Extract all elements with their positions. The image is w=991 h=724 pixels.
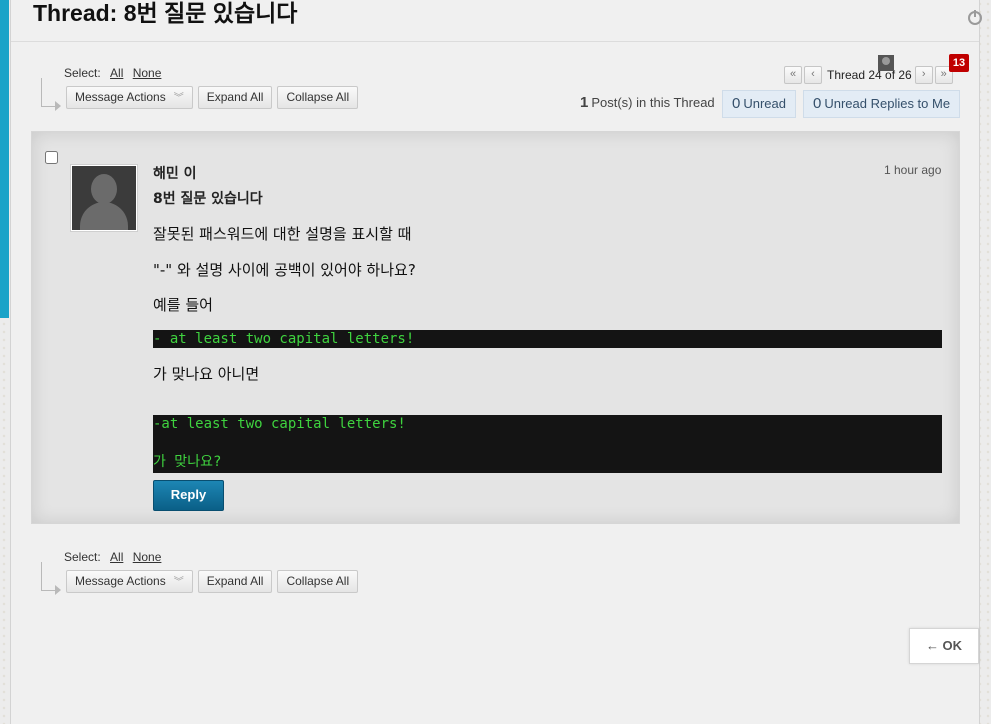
thread-panel: Thread: 8번 질문 있습니다 Select: All None Mess… [10,0,982,724]
author-avatar [70,164,138,232]
select-row: Select: All None [64,550,161,564]
select-none-link[interactable]: None [133,66,162,80]
action-buttons: Message Actions ︾ Expand All Collapse All [66,86,363,109]
action-buttons: Message Actions ︾ Expand All Collapse All [66,570,363,593]
posts-count-number: 1 [580,94,589,111]
code-block-1: - at least two capital letters! [153,330,942,348]
expand-all-button[interactable]: Expand All [197,570,273,593]
thread-pager: «‹ Thread 24 of 26 ›» [784,66,955,84]
select-all-link[interactable]: All [110,66,123,80]
message-author[interactable]: 해민 이 [153,163,197,183]
posts-count-label: Post(s) in this Thread [591,95,715,110]
reply-button[interactable]: Reply [153,480,224,511]
previous-thread-icon[interactable]: ‹ [804,66,822,84]
select-label: Select: [64,66,101,80]
left-accent-bar [0,0,9,318]
code-block-2-line: -at least two capital letters! [153,416,406,432]
unread-replies-filter-button[interactable]: 0 Unread Replies to Me [803,90,961,118]
select-row: Select: All None [64,66,161,80]
default-user-icon [72,166,136,230]
unread-label: Unread [743,96,786,111]
collapse-all-button[interactable]: Collapse All [277,86,359,109]
posts-count: 1 Post(s) in this Thread [580,94,715,111]
message-body-line: 잘못된 패스워드에 대한 설명을 표시할 때 [153,225,412,243]
user-avatar-icon[interactable] [878,55,894,71]
message-actions-button[interactable]: Message Actions ︾ [66,86,193,109]
select-label: Select: [64,550,101,564]
avatar-body-shape [80,202,128,230]
next-thread-icon[interactable]: › [914,66,933,84]
message-actions-label: Message Actions [75,90,166,104]
page-title: Thread: 8번 질문 있습니다 [33,0,298,26]
thread-position: Thread 24 of 26 [827,68,912,82]
bracket-arrowhead [55,101,61,111]
bracket-arrowhead [55,585,61,595]
select-all-link[interactable]: All [110,550,123,564]
unread-filter-button[interactable]: 0 Unread [722,90,796,118]
chevron-down-icon: ︾ [173,93,184,104]
message-body-line: 가 맞나요 아니면 [153,365,260,383]
expand-all-button[interactable]: Expand All [197,86,273,109]
code-block-2-line: 가 맞나요? [153,454,222,470]
chevron-down-icon: ︾ [173,577,184,588]
first-thread-icon[interactable]: « [784,66,802,84]
unread-count: 0 [732,95,741,112]
unread-replies-count: 0 [813,95,822,112]
avatar-head-shape [91,174,117,204]
code-block-2: -at least two capital letters! 가 맞나요? [153,415,942,473]
message-actions-button[interactable]: Message Actions ︾ [66,570,193,593]
message-post: 해민 이 1 hour ago 8번 질문 있습니다 잘못된 패스워드에 대한 … [31,131,960,524]
message-actions-label: Message Actions [75,574,166,588]
message-subject: 8번 질문 있습니다 [153,191,263,207]
message-timestamp: 1 hour ago [884,163,942,177]
ok-button[interactable]: ← OK [909,628,979,664]
notification-badge[interactable]: 13 [949,54,969,72]
title-bar: Thread: 8번 질문 있습니다 [11,0,982,42]
select-none-link[interactable]: None [133,550,162,564]
collapse-all-button[interactable]: Collapse All [277,570,359,593]
message-select-checkbox[interactable] [45,151,58,164]
unread-replies-label: Unread Replies to Me [824,96,951,111]
message-body-line: "-" 와 설명 사이에 공백이 있어야 하나요? [153,261,416,279]
message-body-line: 예를 들어 [153,296,213,314]
power-icon[interactable] [967,9,983,25]
